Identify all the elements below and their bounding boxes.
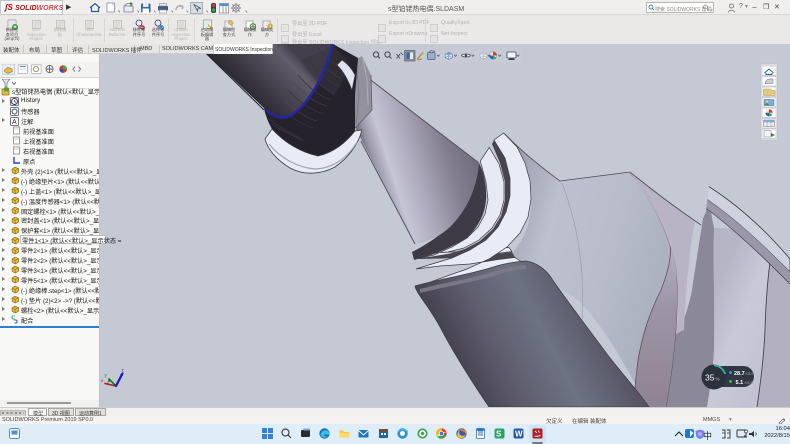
svg-text:35: 35 [705, 373, 715, 383]
svg-text:W: W [515, 430, 523, 439]
svg-text:S: S [496, 430, 502, 439]
svg-text:5.1: 5.1 [736, 380, 744, 386]
svg-text:KB/S: KB/S [746, 372, 755, 376]
svg-text:28.7: 28.7 [734, 371, 745, 377]
svg-text:KB/S: KB/S [745, 381, 754, 385]
svg-text:%: % [716, 377, 720, 382]
svg-text:A: A [12, 119, 17, 126]
